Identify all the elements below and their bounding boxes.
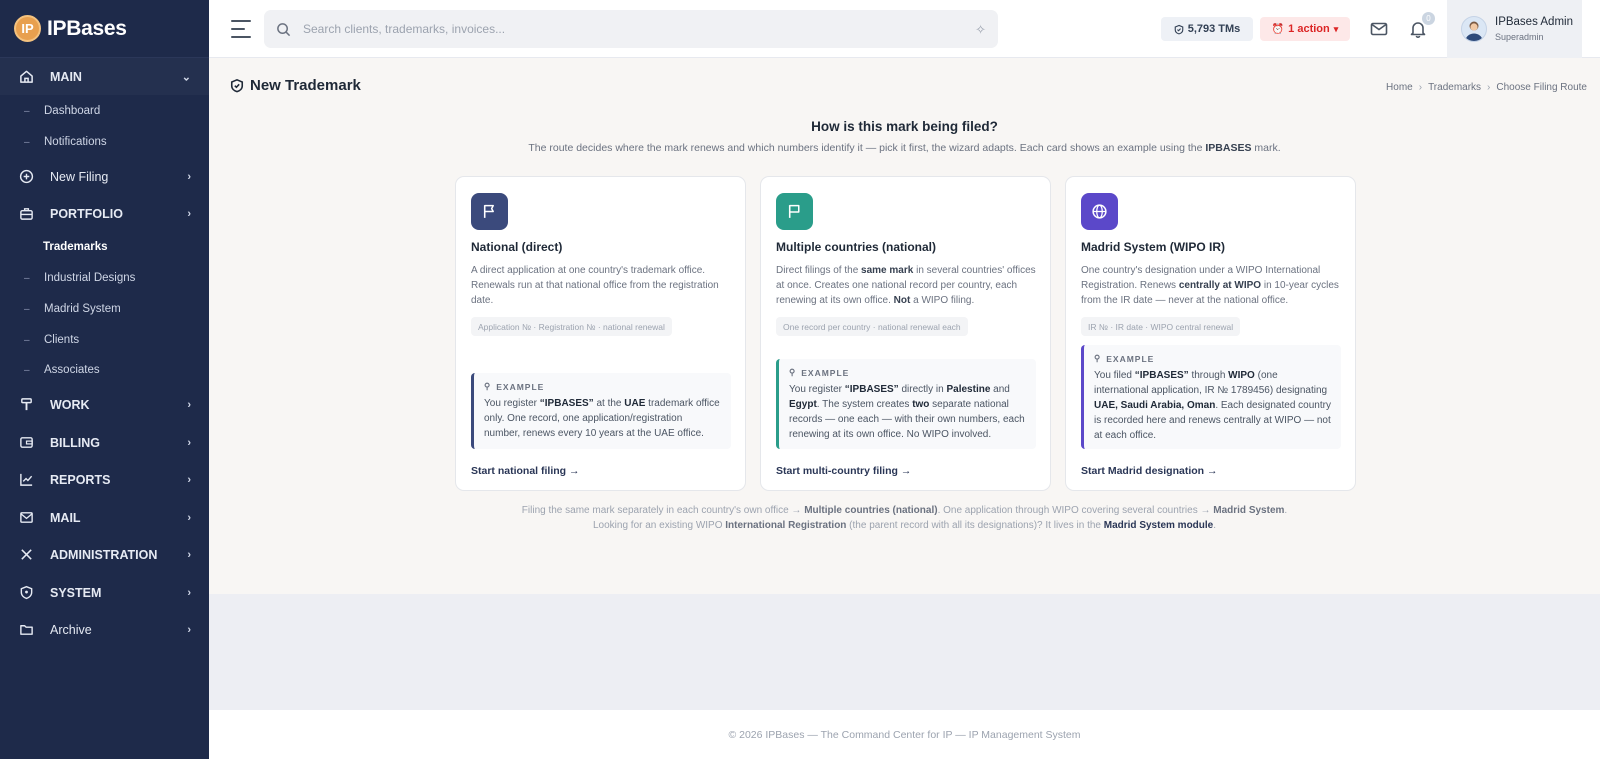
logo-icon: IP — [14, 15, 41, 42]
chevron-down-icon: ▾ — [1333, 23, 1339, 34]
question-subtitle: The route decides where the mark renews … — [528, 142, 1281, 154]
empty-area — [209, 594, 1600, 710]
shield-check-icon — [1174, 24, 1184, 34]
sidebar-item-new-filing[interactable]: New Filing › — [0, 158, 209, 195]
sidebar-item-administration[interactable]: ADMINISTRATION › — [0, 536, 209, 573]
sidebar-item-madrid-system[interactable]: – Madrid System — [0, 294, 209, 324]
trademark-count-badge[interactable]: 5,793 TMs — [1161, 17, 1253, 41]
sidebar-item-archive[interactable]: Archive › — [0, 611, 209, 648]
chevron-right-icon: › — [187, 170, 191, 183]
flag-icon — [776, 193, 813, 230]
question-title: How is this mark being filed? — [811, 119, 998, 134]
sidebar-item-notifications[interactable]: – Notifications — [0, 127, 209, 157]
card-tag: One record per country · national renewa… — [776, 317, 968, 336]
chevron-right-icon: › — [187, 398, 191, 411]
sidebar-item-dashboard[interactable]: – Dashboard — [0, 96, 209, 126]
chevron-right-icon: › — [187, 473, 191, 486]
chevron-down-icon: ⌄ — [181, 71, 191, 83]
chevron-right-icon: › — [187, 623, 191, 636]
route-hint-line-2: Looking for an existing WIPO Internation… — [592, 520, 1217, 531]
action-alert-dropdown[interactable]: ⏰ 1 action ▾ — [1260, 17, 1350, 41]
menu-toggle-icon[interactable] — [231, 20, 251, 38]
card-title: National (direct) — [471, 240, 563, 254]
logo[interactable]: IP IPBases — [0, 0, 209, 58]
main-content: New Trademark Home › Trademarks › Choose… — [209, 58, 1600, 594]
breadcrumb-current: Choose Filing Route — [1496, 82, 1587, 93]
card-title: Multiple countries (national) — [776, 240, 937, 254]
plus-circle-icon — [18, 169, 34, 185]
example-box: ⚲ EXAMPLE You filed “IPBASES” through WIP… — [1081, 345, 1341, 449]
footer: © 2026 IPBases — The Command Center for … — [209, 710, 1600, 759]
card-description: A direct application at one country's tr… — [471, 265, 719, 306]
sidebar: IP IPBases MAIN ⌄ – Dashboard – Notificati… — [0, 0, 209, 759]
sidebar-item-portfolio[interactable]: PORTFOLIO › — [0, 195, 209, 232]
page-title: New Trademark — [230, 77, 361, 94]
globe-icon — [1081, 193, 1118, 230]
chevron-right-icon: › — [187, 548, 191, 561]
user-role: Superadmin — [1495, 32, 1544, 42]
user-name: IPBases Admin — [1495, 16, 1573, 28]
sidebar-item-clients[interactable]: – Clients — [0, 325, 209, 355]
mail-icon[interactable] — [1369, 19, 1389, 39]
start-multi-country-filing-link[interactable]: Start multi-country filing → — [776, 465, 911, 477]
home-icon — [18, 69, 34, 85]
user-profile-menu[interactable]: IPBases Admin Superadmin — [1447, 0, 1582, 58]
alarm-icon: ⏰ — [1271, 23, 1285, 35]
sidebar-item-billing[interactable]: BILLING › — [0, 424, 209, 461]
search-icon — [277, 22, 291, 36]
breadcrumb-trademarks[interactable]: Trademarks — [1428, 82, 1481, 93]
madrid-system-module-link[interactable]: Madrid System module — [1104, 520, 1213, 531]
app-name: IPBases — [47, 16, 127, 40]
sidebar-item-label: MAIN — [50, 69, 82, 84]
chevron-right-icon: › — [187, 436, 191, 449]
chevron-right-icon: › — [187, 207, 191, 220]
sidebar-item-industrial-designs[interactable]: – Industrial Designs — [0, 263, 209, 293]
search-input[interactable] — [303, 22, 943, 36]
sidebar-item-reports[interactable]: REPORTS › — [0, 461, 209, 498]
wallet-icon — [18, 435, 34, 451]
briefcase-icon — [18, 206, 34, 222]
route-card-multiple-countries[interactable]: Multiple countries (national) Direct fil… — [760, 176, 1051, 491]
sidebar-item-mail[interactable]: MAIL › — [0, 499, 209, 536]
breadcrumb-home[interactable]: Home — [1386, 82, 1413, 93]
start-national-filing-link[interactable]: Start national filing → — [471, 465, 580, 477]
pin-icon: ⚲ — [1094, 353, 1102, 363]
tools-icon — [18, 547, 34, 563]
breadcrumb: Home › Trademarks › Choose Filing Route — [1386, 82, 1587, 93]
route-hint-line-1: Filing the same mark separately in each … — [521, 505, 1288, 516]
sidebar-item-main[interactable]: MAIN ⌄ — [0, 58, 209, 95]
avatar — [1461, 16, 1487, 42]
sidebar-item-associates[interactable]: – Associates — [0, 355, 209, 385]
shield-check-icon — [230, 78, 244, 93]
pin-icon: ⚲ — [484, 381, 492, 391]
chart-line-icon — [18, 472, 34, 488]
example-box: ⚲ EXAMPLE You register “IPBASES” at the U… — [471, 373, 731, 449]
paint-roller-icon — [18, 397, 34, 413]
start-madrid-designation-link[interactable]: Start Madrid designation → — [1081, 465, 1218, 477]
card-description: One country's designation under a WIPO I… — [1081, 265, 1339, 306]
chevron-right-icon: › — [187, 511, 191, 524]
mail-inbox-icon — [18, 510, 34, 526]
folder-icon — [18, 622, 34, 638]
card-description: Direct filings of the same mark in sever… — [776, 265, 1036, 306]
route-card-national[interactable]: National (direct) A direct application a… — [455, 176, 746, 491]
flag-icon — [471, 193, 508, 230]
shield-icon — [18, 585, 34, 601]
example-box: ⚲ EXAMPLE You register “IPBASES” directly… — [776, 359, 1036, 449]
sidebar-item-work[interactable]: WORK › — [0, 386, 209, 423]
ai-sparkle-icon[interactable]: ✧ — [975, 22, 986, 38]
sidebar-item-trademarks[interactable]: Trademarks — [0, 232, 209, 262]
route-card-madrid[interactable]: Madrid System (WIPO IR) One country's de… — [1065, 176, 1356, 491]
topbar: ✧ 5,793 TMs ⏰ 1 action ▾ 0 IPBases Admin… — [209, 0, 1600, 58]
pin-icon: ⚲ — [789, 367, 797, 377]
global-search: ✧ — [264, 10, 998, 48]
card-tag: Application № · Registration № · nationa… — [471, 317, 672, 336]
card-tag: IR № · IR date · WIPO central renewal — [1081, 317, 1241, 336]
notification-count-badge: 0 — [1422, 12, 1435, 25]
sidebar-item-system[interactable]: SYSTEM › — [0, 574, 209, 611]
card-title: Madrid System (WIPO IR) — [1081, 240, 1226, 254]
chevron-right-icon: › — [187, 586, 191, 599]
